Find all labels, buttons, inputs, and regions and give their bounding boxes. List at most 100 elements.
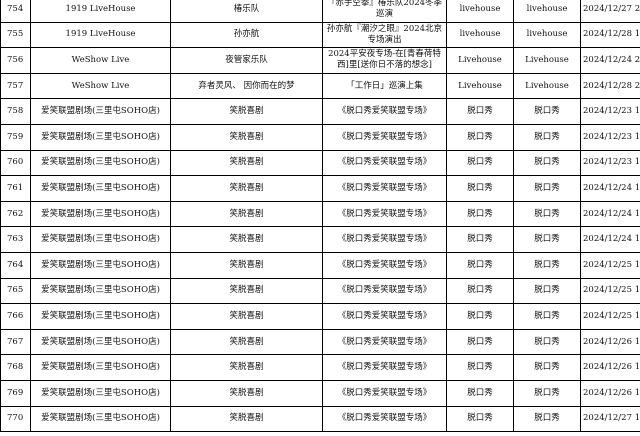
venue-cell: WeShow Live (30, 47, 171, 74)
performer-cell: 笑脱喜剧 (170, 277, 323, 305)
performer-cell: 笑脱喜剧 (170, 200, 323, 228)
title-cell: 《脱口秀爱笑联盟专场》 (322, 277, 447, 305)
table-row: 767 爱笑联盟剧场(三里屯SOHO店) 笑脱喜剧 《脱口秀爱笑联盟专场》 脱口秀 脱口秀… (0, 328, 640, 356)
subcategory-cell: livehouse (513, 21, 581, 49)
title-cell: 《脱口秀爱笑联盟专场》 (322, 149, 447, 177)
performer-cell: 笑脱喜剧 (170, 251, 323, 279)
datetime-cell: 2024/12/27 14:00 (580, 405, 640, 433)
venue-cell: 爱笑联盟剧场(三里屯SOHO店) (30, 328, 171, 356)
category-cell: 脱口秀 (446, 328, 514, 356)
row-number-cell: 757 (0, 72, 31, 100)
performer-cell: 笑脱喜剧 (170, 379, 323, 407)
performer-cell: 笑脱喜剧 (170, 328, 323, 356)
performer-cell: 笑脱喜剧 (170, 303, 323, 330)
row-number-cell: 764 (0, 251, 31, 279)
row-number-cell: 758 (0, 98, 31, 125)
title-cell: 《脱口秀爱笑联盟专场》 (322, 354, 447, 381)
row-number-cell: 765 (0, 277, 31, 305)
subcategory-cell: Livehouse (513, 47, 581, 74)
category-cell: 脱口秀 (446, 251, 514, 279)
table-row: 770 爱笑联盟剧场(三里屯SOHO店) 笑脱喜剧 《脱口秀爱笑联盟专场》 脱口秀 脱口秀… (0, 405, 640, 433)
title-cell: 《脱口秀爱笑联盟专场》 (322, 379, 447, 407)
title-cell: 《脱口秀爱笑联盟专场》 (322, 200, 447, 228)
title-cell: 《脱口秀爱笑联盟专场》 (322, 405, 447, 433)
title-cell: 《脱口秀爱笑联盟专场》 (322, 175, 447, 202)
table-row: 757 WeShow Live 弃者灵风、 因你而在的梦 「工作日」巡演上集 Liveh… (0, 72, 640, 100)
table-row: 755 1919 LiveHouse 孙亦航 孙亦航『潮汐之眼』2024北京专场演出 l… (0, 21, 640, 49)
category-cell: 脱口秀 (446, 98, 514, 125)
performer-cell: 笑脱喜剧 (170, 405, 323, 433)
title-cell: 2024平安夜专场-在[青春荷特西]里[送你日不落的想念] (322, 47, 447, 74)
row-number-cell: 755 (0, 21, 31, 49)
subcategory-cell: 脱口秀 (513, 251, 581, 279)
subcategory-cell: livehouse (513, 0, 581, 23)
performer-cell: 笑脱喜剧 (170, 175, 323, 202)
table-row: 754 1919 LiveHouse 椿乐队 『赤手空拳』椿乐队2024冬季巡演 liv… (0, 0, 640, 23)
title-cell: 《脱口秀爱笑联盟专场》 (322, 226, 447, 253)
table-row: 766 爱笑联盟剧场(三里屯SOHO店) 笑脱喜剧 《脱口秀爱笑联盟专场》 脱口秀 脱口秀… (0, 303, 640, 330)
venue-cell: 爱笑联盟剧场(三里屯SOHO店) (30, 354, 171, 381)
subcategory-cell: 脱口秀 (513, 328, 581, 356)
row-number-cell: 754 (0, 0, 31, 23)
datetime-cell: 2024/12/24 14:00 (580, 175, 640, 202)
category-cell: 脱口秀 (446, 175, 514, 202)
table-row: 760 爱笑联盟剧场(三里屯SOHO店) 笑脱喜剧 《脱口秀爱笑联盟专场》 脱口秀 脱口秀… (0, 149, 640, 177)
row-number-cell: 769 (0, 379, 31, 407)
subcategory-cell: 脱口秀 (513, 175, 581, 202)
table-row: 762 爱笑联盟剧场(三里屯SOHO店) 笑脱喜剧 《脱口秀爱笑联盟专场》 脱口秀 脱口秀… (0, 200, 640, 228)
category-cell: 脱口秀 (446, 226, 514, 253)
row-number-cell: 767 (0, 328, 31, 356)
subcategory-cell: 脱口秀 (513, 226, 581, 253)
performer-cell: 孙亦航 (170, 21, 323, 49)
row-number-cell: 759 (0, 123, 31, 151)
row-number-cell: 763 (0, 226, 31, 253)
venue-cell: 1919 LiveHouse (30, 21, 171, 49)
row-number-cell: 770 (0, 405, 31, 433)
performer-cell: 夜管家乐队 (170, 47, 323, 74)
datetime-cell: 2024/12/24 20:00 (580, 47, 640, 74)
title-cell: 《脱口秀爱笑联盟专场》 (322, 303, 447, 330)
datetime-cell: 2024/12/28 20:00 (580, 72, 640, 100)
row-number-cell: 761 (0, 175, 31, 202)
row-number-cell: 766 (0, 303, 31, 330)
datetime-cell: 2024/12/26 14:00 (580, 328, 640, 356)
venue-cell: 爱笑联盟剧场(三里屯SOHO店) (30, 123, 171, 151)
datetime-cell: 2024/12/24 19:45 (580, 226, 640, 253)
category-cell: 脱口秀 (446, 200, 514, 228)
table-row: 765 爱笑联盟剧场(三里屯SOHO店) 笑脱喜剧 《脱口秀爱笑联盟专场》 脱口秀 脱口秀… (0, 277, 640, 305)
category-cell: Livehouse (446, 72, 514, 100)
subcategory-cell: 脱口秀 (513, 405, 581, 433)
table-row: 764 爱笑联盟剧场(三里屯SOHO店) 笑脱喜剧 《脱口秀爱笑联盟专场》 脱口秀 脱口秀… (0, 251, 640, 279)
subcategory-cell: 脱口秀 (513, 303, 581, 330)
datetime-cell: 2024/12/25 14:00 (580, 251, 640, 279)
table-row: 761 爱笑联盟剧场(三里屯SOHO店) 笑脱喜剧 《脱口秀爱笑联盟专场》 脱口秀 脱口秀… (0, 175, 640, 202)
category-cell: 脱口秀 (446, 303, 514, 330)
venue-cell: 爱笑联盟剧场(三里屯SOHO店) (30, 226, 171, 253)
datetime-cell: 2024/12/26 16:00 (580, 354, 640, 381)
category-cell: 脱口秀 (446, 379, 514, 407)
venue-cell: 爱笑联盟剧场(三里屯SOHO店) (30, 277, 171, 305)
table-body: 754 1919 LiveHouse 椿乐队 『赤手空拳』椿乐队2024冬季巡演 liv… (0, 0, 640, 433)
performer-cell: 笑脱喜剧 (170, 123, 323, 151)
event-table: 754 1919 LiveHouse 椿乐队 『赤手空拳』椿乐队2024冬季巡演 liv… (0, 0, 640, 433)
venue-cell: 爱笑联盟剧场(三里屯SOHO店) (30, 98, 171, 125)
subcategory-cell: 脱口秀 (513, 277, 581, 305)
venue-cell: 爱笑联盟剧场(三里屯SOHO店) (30, 303, 171, 330)
row-number-cell: 756 (0, 47, 31, 74)
category-cell: 脱口秀 (446, 405, 514, 433)
table-row: 758 爱笑联盟剧场(三里屯SOHO店) 笑脱喜剧 《脱口秀爱笑联盟专场》 脱口秀 脱口秀… (0, 98, 640, 125)
title-cell: 《脱口秀爱笑联盟专场》 (322, 328, 447, 356)
row-number-cell: 760 (0, 149, 31, 177)
table-row: 759 爱笑联盟剧场(三里屯SOHO店) 笑脱喜剧 《脱口秀爱笑联盟专场》 脱口秀 脱口秀… (0, 123, 640, 151)
datetime-cell: 2024/12/27 20:00 (580, 0, 640, 23)
title-cell: 《脱口秀爱笑联盟专场》 (322, 251, 447, 279)
datetime-cell: 2024/12/23 14:00 (580, 98, 640, 125)
title-cell: 『赤手空拳』椿乐队2024冬季巡演 (322, 0, 447, 23)
table-row: 756 WeShow Live 夜管家乐队 2024平安夜专场-在[青春荷特西]里[送… (0, 47, 640, 74)
performer-cell: 笑脱喜剧 (170, 149, 323, 177)
venue-cell: 爱笑联盟剧场(三里屯SOHO店) (30, 175, 171, 202)
venue-cell: 爱笑联盟剧场(三里屯SOHO店) (30, 200, 171, 228)
category-cell: 脱口秀 (446, 123, 514, 151)
category-cell: Livehouse (446, 47, 514, 74)
title-cell: 《脱口秀爱笑联盟专场》 (322, 98, 447, 125)
